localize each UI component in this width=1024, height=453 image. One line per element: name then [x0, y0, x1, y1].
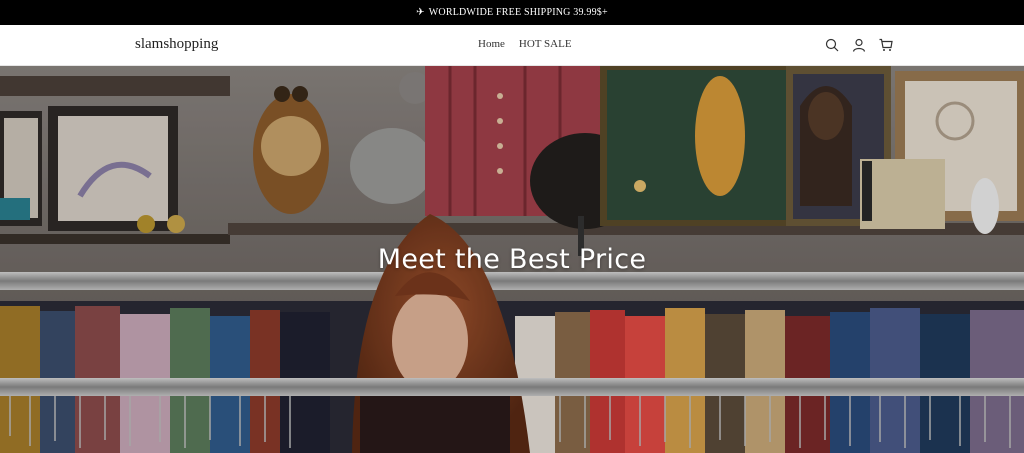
- logo[interactable]: slamshopping: [135, 36, 218, 53]
- hero-banner[interactable]: Meet the Best Price: [0, 66, 1024, 453]
- nav-home[interactable]: Home: [478, 38, 505, 50]
- site-header: slamshopping Home HOT SALE: [0, 25, 1024, 66]
- announcement-text: WORLDWIDE FREE SHIPPING 39.99$+: [428, 7, 608, 18]
- account-icon[interactable]: [851, 37, 867, 53]
- search-icon[interactable]: [824, 37, 840, 53]
- header-icons: [824, 37, 894, 53]
- cart-icon[interactable]: [878, 37, 894, 53]
- airplane-icon: ✈: [416, 7, 425, 18]
- announcement-bar: ✈ WORLDWIDE FREE SHIPPING 39.99$+: [0, 0, 1024, 25]
- nav-hot-sale[interactable]: HOT SALE: [519, 38, 572, 50]
- hero-title: Meet the Best Price: [377, 244, 647, 275]
- main-nav: Home HOT SALE: [478, 38, 572, 50]
